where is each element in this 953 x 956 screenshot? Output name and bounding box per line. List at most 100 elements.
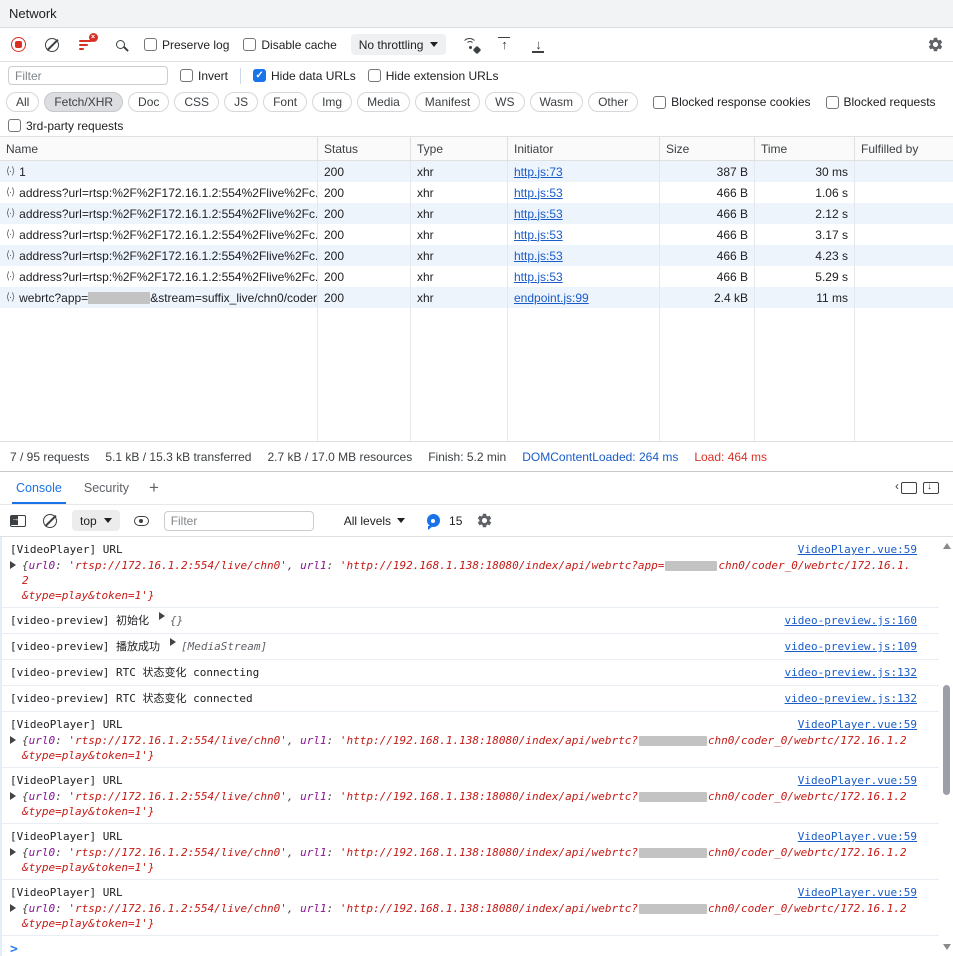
blocked-response-cookies-checkbox[interactable] [653, 96, 666, 109]
initiator-link[interactable]: endpoint.js:99 [514, 291, 589, 305]
filter-chip-doc[interactable]: Doc [128, 92, 169, 112]
network-filter-input[interactable] [8, 66, 168, 85]
filter-chip-other[interactable]: Other [588, 92, 638, 112]
expand-triangle-icon[interactable] [10, 561, 16, 569]
network-conditions-icon[interactable] [460, 35, 480, 55]
initiator-link[interactable]: http.js:53 [514, 270, 563, 284]
initiator-link[interactable]: http.js:53 [514, 207, 563, 221]
filter-chip-ws[interactable]: WS [485, 92, 524, 112]
console-scrollbar[interactable] [940, 537, 953, 956]
preview-token: url1 [300, 559, 327, 572]
fulfilled-by-cell [855, 182, 953, 203]
throttling-select[interactable]: No throttling [351, 34, 447, 55]
add-tab-button[interactable]: + [141, 478, 167, 498]
column-header-type[interactable]: Type [411, 137, 508, 160]
initiator-link[interactable]: http.js:53 [514, 228, 563, 242]
hide-extension-urls-checkbox[interactable] [368, 69, 381, 82]
filter-chip-media[interactable]: Media [357, 92, 410, 112]
filter-chip-all[interactable]: All [6, 92, 39, 112]
search-icon[interactable] [110, 35, 130, 55]
console-settings-gear-icon[interactable] [474, 511, 494, 531]
size-cell: 387 B [660, 161, 755, 182]
undock-drawer-icon[interactable] [899, 478, 919, 498]
log-levels-select[interactable]: All levels [344, 514, 405, 528]
console-message[interactable]: [video-preview] 初始化{}video-preview.js:16… [2, 608, 939, 634]
filter-icon[interactable]: × [76, 35, 96, 55]
console-message[interactable]: [video-preview] 播放成功[MediaStream]video-p… [2, 634, 939, 660]
source-link[interactable]: VideoPlayer.vue:59 [798, 884, 917, 901]
console-message[interactable]: [VideoPlayer] URLVideoPlayer.vue:59{url0… [2, 712, 939, 768]
console-message[interactable]: [video-preview] RTC 状态变化 connectingvideo… [2, 660, 939, 686]
scroll-up-arrow-icon[interactable] [943, 543, 951, 549]
settings-gear-icon[interactable] [925, 35, 945, 55]
live-expression-eye-icon[interactable] [132, 511, 152, 531]
third-party-checkbox[interactable] [8, 119, 21, 132]
source-link[interactable]: VideoPlayer.vue:59 [798, 541, 917, 558]
scroll-down-arrow-icon[interactable] [943, 944, 951, 950]
expand-triangle-icon[interactable] [159, 612, 165, 620]
filter-chip-js[interactable]: JS [224, 92, 258, 112]
export-har-icon[interactable]: ↓ [528, 35, 548, 55]
expand-triangle-icon[interactable] [10, 736, 16, 744]
console-message[interactable]: [video-preview] RTC 状态变化 connectedvideo-… [2, 686, 939, 712]
console-message[interactable]: [VideoPlayer] URLVideoPlayer.vue:59{url0… [2, 824, 939, 880]
table-row[interactable]: ⟨·⟩1200xhrhttp.js:73387 B30 ms [0, 161, 953, 182]
table-row[interactable]: ⟨·⟩address?url=rtsp:%2F%2F172.16.1.2:554… [0, 203, 953, 224]
filter-chip-css[interactable]: CSS [174, 92, 219, 112]
console-prompt-row[interactable]: > [2, 936, 953, 956]
filter-chip-img[interactable]: Img [312, 92, 352, 112]
column-header-size[interactable]: Size [660, 137, 755, 160]
source-link[interactable]: VideoPlayer.vue:59 [798, 828, 917, 845]
console-message[interactable]: [VideoPlayer] URLVideoPlayer.vue:59{url0… [2, 537, 939, 608]
console-message[interactable]: [VideoPlayer] URLVideoPlayer.vue:59{url0… [2, 768, 939, 824]
expand-triangle-icon[interactable] [10, 904, 16, 912]
filter-chip-font[interactable]: Font [263, 92, 307, 112]
preserve-log-checkbox[interactable] [144, 38, 157, 51]
hide-data-urls-checkbox[interactable]: ✓ [253, 69, 266, 82]
table-row[interactable]: ⟨·⟩address?url=rtsp:%2F%2F172.16.1.2:554… [0, 182, 953, 203]
source-link[interactable]: video-preview.js:109 [785, 638, 917, 655]
record-icon[interactable] [8, 35, 28, 55]
expand-triangle-icon[interactable] [10, 848, 16, 856]
context-select[interactable]: top [72, 510, 120, 531]
initiator-link[interactable]: http.js:53 [514, 249, 563, 263]
clear-icon[interactable] [42, 35, 62, 55]
table-row[interactable]: ⟨·⟩address?url=rtsp:%2F%2F172.16.1.2:554… [0, 224, 953, 245]
column-header-fulfilled-by[interactable]: Fulfilled by [855, 137, 953, 160]
import-har-icon[interactable]: ↑ [494, 35, 514, 55]
source-link[interactable]: video-preview.js:160 [785, 612, 917, 629]
console-filter-input[interactable] [164, 511, 314, 531]
expand-triangle-icon[interactable] [10, 792, 16, 800]
clear-console-icon[interactable] [40, 511, 60, 531]
table-row[interactable]: ⟨·⟩webrtc?app=&stream=suffix_live/chn0/c… [0, 287, 953, 308]
filter-chip-fetch-xhr[interactable]: Fetch/XHR [44, 92, 123, 112]
expand-drawer-icon[interactable] [921, 478, 941, 498]
invert-checkbox[interactable] [180, 69, 193, 82]
source-link[interactable]: VideoPlayer.vue:59 [798, 716, 917, 733]
source-link[interactable]: video-preview.js:132 [785, 690, 917, 707]
column-header-status[interactable]: Status [318, 137, 411, 160]
filter-chip-manifest[interactable]: Manifest [415, 92, 480, 112]
tab-security[interactable]: Security [74, 472, 139, 504]
preview-token: url1 [300, 846, 327, 859]
filter-chip-wasm[interactable]: Wasm [530, 92, 584, 112]
console-message[interactable]: [VideoPlayer] URLVideoPlayer.vue:59{url0… [2, 880, 939, 936]
table-row[interactable]: ⟨·⟩address?url=rtsp:%2F%2F172.16.1.2:554… [0, 266, 953, 287]
column-header-initiator[interactable]: Initiator [508, 137, 660, 160]
column-header-name[interactable]: Name [0, 137, 318, 160]
source-link[interactable]: video-preview.js:132 [785, 664, 917, 681]
console-sidebar-icon[interactable] [8, 511, 28, 531]
initiator-cell: http.js:53 [508, 266, 660, 287]
table-row[interactable]: ⟨·⟩address?url=rtsp:%2F%2F172.16.1.2:554… [0, 245, 953, 266]
messages-bubble-icon[interactable] [423, 511, 443, 531]
tab-console[interactable]: Console [6, 472, 72, 504]
source-link[interactable]: VideoPlayer.vue:59 [798, 772, 917, 789]
preview-token: , [287, 846, 300, 859]
disable-cache-checkbox[interactable] [243, 38, 256, 51]
blocked-requests-checkbox[interactable] [826, 96, 839, 109]
scrollbar-thumb[interactable] [943, 685, 950, 795]
column-header-time[interactable]: Time [755, 137, 855, 160]
expand-triangle-icon[interactable] [170, 638, 176, 646]
initiator-link[interactable]: http.js:53 [514, 186, 563, 200]
initiator-link[interactable]: http.js:73 [514, 165, 563, 179]
